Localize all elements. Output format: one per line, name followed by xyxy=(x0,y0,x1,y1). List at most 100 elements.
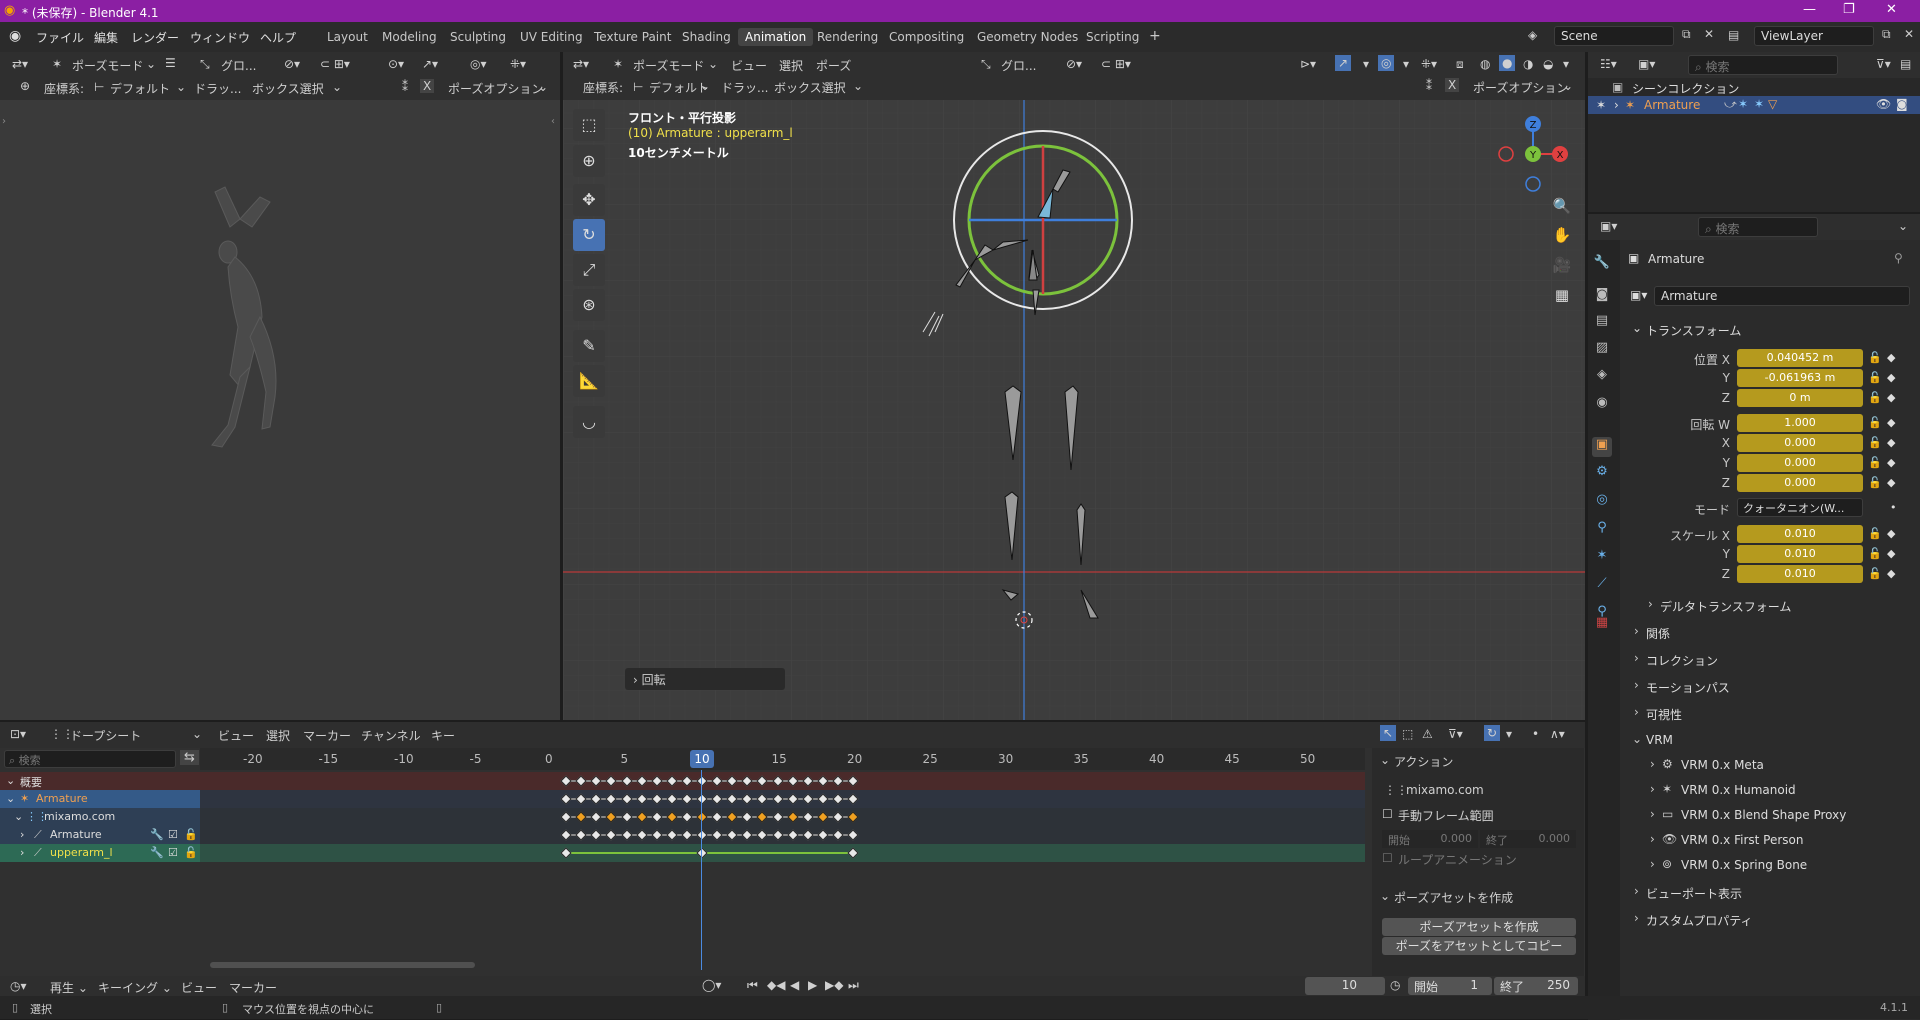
visibility-section[interactable]: 可視性 xyxy=(1646,706,1682,723)
lock-icon[interactable]: 🔓 xyxy=(1868,527,1882,540)
expand-chevron-icon[interactable]: › xyxy=(1634,705,1639,719)
collapse-chevron-icon[interactable]: ⌄ xyxy=(14,810,23,823)
location-z-field[interactable]: 0 m xyxy=(1737,389,1863,407)
vrm-spring-bone-item[interactable]: VRM 0.x Spring Bone xyxy=(1681,858,1807,872)
main-mode-dropdown[interactable]: ポーズモード xyxy=(633,57,704,74)
end-frame-field[interactable]: 終了 250 xyxy=(1494,977,1578,995)
vrm-humanoid-item[interactable]: VRM 0.x Humanoid xyxy=(1681,783,1796,797)
keying-menu[interactable]: キーイング ⌄ xyxy=(98,979,172,996)
snap-dropdown-icon[interactable]: ▾ xyxy=(1506,727,1512,741)
transform-tool[interactable]: ⊛ xyxy=(573,289,605,321)
gizmo-icon[interactable]: ↗▾ xyxy=(422,57,438,71)
material-shading-icon[interactable]: ◑ xyxy=(1523,57,1533,71)
custom-properties-section[interactable]: カスタムプロパティ xyxy=(1646,912,1753,929)
rotation-mode-dropdown[interactable]: クォータニオン(W... xyxy=(1737,498,1863,517)
bone-overlay-icon[interactable]: ⁜▾ xyxy=(1421,57,1437,71)
scene-tab-icon[interactable]: ◈ xyxy=(1592,367,1612,387)
tab-layout[interactable]: Layout xyxy=(320,28,375,46)
delete-view-layer-icon[interactable]: ✕ xyxy=(1904,27,1914,41)
preview-range-icon[interactable]: ◷ xyxy=(1390,978,1400,992)
dopesheet-search-input[interactable]: ⌕ 検索 xyxy=(4,750,176,768)
only-selected-icon[interactable]: ↖ xyxy=(1380,725,1397,741)
keyframe-diamond-icon[interactable]: ◆ xyxy=(1887,351,1895,364)
create-pose-asset-button[interactable]: ポーズアセットを作成 xyxy=(1382,918,1576,936)
constraint-tab-icon[interactable]: ⚲ xyxy=(1592,520,1612,540)
xray-icon[interactable]: ⧈ xyxy=(1456,57,1464,72)
left-orientation-dropdown[interactable]: グロ... xyxy=(221,57,256,74)
tool-tab-icon[interactable]: 🔧 xyxy=(1592,255,1612,275)
new-scene-icon[interactable]: ⧉ xyxy=(1682,27,1691,42)
pin-icon[interactable]: ⚲ xyxy=(1894,251,1903,265)
main-viewport[interactable]: ⇄▾ ✶ ポーズモード ⌄ ビュー 選択 ポーズ ⤡ グロ... ⊘▾ ⊂ ⊞▾… xyxy=(563,52,1585,720)
scale-x-field[interactable]: 0.010 xyxy=(1737,525,1863,543)
jump-start-icon[interactable]: ⏮ xyxy=(747,978,758,993)
vrm-meta-item[interactable]: VRM 0.x Meta xyxy=(1681,758,1764,772)
move-tool[interactable]: ✥ xyxy=(573,184,605,216)
rendered-shading-icon[interactable]: ◒ xyxy=(1543,57,1553,71)
tab-shading[interactable]: Shading xyxy=(675,28,738,46)
collapse-chevron-icon[interactable]: ⌄ xyxy=(1380,889,1390,903)
main-orientation-dropdown[interactable]: グロ... xyxy=(1001,57,1036,74)
x-mirror-button[interactable]: X xyxy=(420,79,435,93)
expand-chevron-icon[interactable]: › xyxy=(1634,911,1639,925)
pose-breakdown-tool[interactable]: ◡ xyxy=(573,406,605,438)
expand-chevron-icon[interactable]: › xyxy=(1650,807,1655,821)
collapse-chevron-icon[interactable]: ⌄ xyxy=(1380,753,1390,767)
collapse-chevron-icon[interactable]: ⌄ xyxy=(6,792,15,805)
menu-select[interactable]: 選択 xyxy=(266,727,290,744)
outliner-search-input[interactable]: ⌕ 検索 xyxy=(1688,55,1838,75)
zoom-icon[interactable]: 🔍 xyxy=(1549,193,1575,219)
snap-icon[interactable]: ⊂ ⊞▾ xyxy=(1101,57,1131,71)
modifier-tab-icon[interactable]: ⚙ xyxy=(1592,464,1612,484)
checkbox-icon[interactable]: ☐ xyxy=(1382,851,1393,865)
outliner[interactable]: ☷▾ ▣▾ ⌕ 検索 ⊽▾ ▤ ▣ シーンコレクション ✶ › ✶ Armatu… xyxy=(1588,52,1920,212)
swap-icon[interactable]: ⇆ xyxy=(180,750,199,765)
object-data-tab-icon[interactable]: ✶ xyxy=(1592,548,1612,568)
mirror-icon[interactable]: ⁑ xyxy=(1426,79,1432,93)
delete-scene-icon[interactable]: ✕ xyxy=(1704,27,1714,41)
tab-scripting[interactable]: Scripting xyxy=(1079,28,1146,46)
editor-type-icon[interactable]: ☷▾ xyxy=(1600,57,1617,71)
gizmo-toggle-icon[interactable]: ↗ xyxy=(1335,55,1352,71)
motion-paths-section[interactable]: モーションパス xyxy=(1646,679,1730,696)
current-frame-indicator[interactable]: 10 xyxy=(690,750,714,768)
play-icon[interactable]: ▶ xyxy=(808,978,817,992)
lock-icon[interactable]: 🔓 xyxy=(1868,567,1882,580)
viewport-display-section[interactable]: ビューポート表示 xyxy=(1646,885,1742,902)
object-name-field[interactable]: Armature xyxy=(1654,286,1910,306)
measure-tool[interactable]: 📐 xyxy=(573,365,605,397)
falloff-icon[interactable]: ∧▾ xyxy=(1550,727,1565,741)
overlay-toggle-icon[interactable]: ◎ xyxy=(1378,55,1395,71)
visibility-icon[interactable]: ⊳▾ xyxy=(1300,57,1316,71)
visibility-icon[interactable]: ⊙▾ xyxy=(388,57,404,71)
shading-dropdown-icon[interactable]: ▾ xyxy=(1563,57,1569,71)
rotate-tool[interactable]: ↻ xyxy=(573,219,605,251)
checkbox-icon[interactable]: ☑ xyxy=(168,846,178,859)
only-errors-icon[interactable]: ⚠ xyxy=(1422,727,1433,741)
view-layer-selector[interactable]: ViewLayer xyxy=(1754,26,1874,46)
prev-keyframe-icon[interactable]: ◆◀ xyxy=(767,978,785,992)
keyframe-dot-icon[interactable]: • xyxy=(1890,501,1897,514)
tab-rendering[interactable]: Rendering xyxy=(810,28,885,46)
panel-collapse-icon[interactable]: ‹ xyxy=(551,116,555,127)
lock-icon[interactable]: 🔓 xyxy=(1868,416,1882,429)
keyframe-diamond-icon[interactable]: ◆ xyxy=(1887,416,1895,429)
menu-channel[interactable]: チャンネル xyxy=(361,727,421,744)
keyframe-diamond-icon[interactable]: ◆ xyxy=(1887,391,1895,404)
expand-chevron-icon[interactable]: › xyxy=(1650,857,1655,871)
tab-geometry-nodes[interactable]: Geometry Nodes xyxy=(970,28,1085,46)
delta-transform-section[interactable]: デルタトランスフォーム xyxy=(1660,598,1791,615)
dopesheet-mode-dropdown[interactable]: ドープシート xyxy=(70,727,141,744)
editor-type-icon[interactable]: ⊡▾ xyxy=(10,727,26,741)
main-pose-options-dropdown[interactable]: ポーズオプション xyxy=(1473,79,1568,96)
solid-shading-icon[interactable]: ● xyxy=(1499,55,1516,71)
lock-icon[interactable]: 🔓 xyxy=(1868,371,1882,384)
close-icon[interactable]: ✕ xyxy=(1886,2,1897,17)
tab-modeling[interactable]: Modeling xyxy=(375,28,444,46)
tab-animation[interactable]: Animation xyxy=(738,28,814,46)
main-select-dropdown[interactable]: ボックス選択 xyxy=(774,79,846,96)
left-coord-dropdown[interactable]: デフォルト xyxy=(110,80,170,97)
copy-pose-as-asset-button[interactable]: ポーズをアセットとしてコピー xyxy=(1382,937,1576,955)
navigation-gizmo[interactable]: Z X Y xyxy=(1493,114,1573,194)
show-hidden-icon[interactable]: ⬚ xyxy=(1402,727,1413,741)
